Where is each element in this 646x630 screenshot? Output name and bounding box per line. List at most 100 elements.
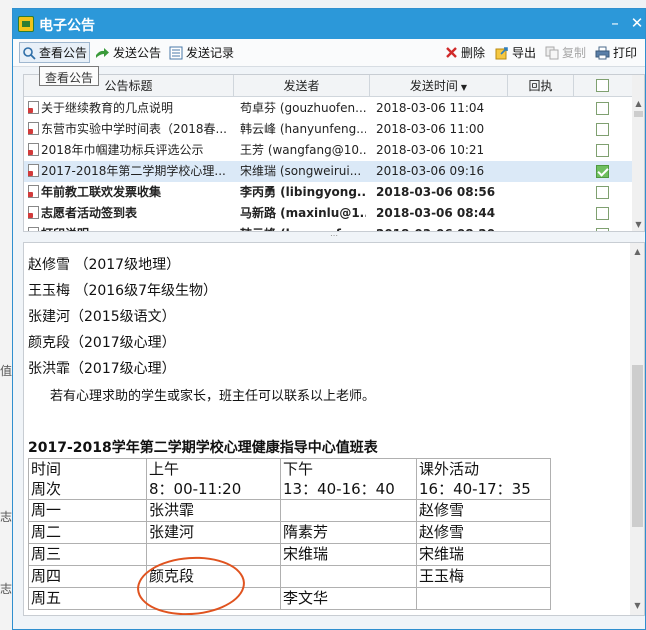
scroll-thumb[interactable] — [632, 365, 643, 527]
row-title: 打印说明 — [28, 224, 232, 231]
background-left-strip: 值 志 志 — [0, 0, 12, 630]
duty-table-cell-text: 上午 — [149, 460, 180, 478]
duty-table-cell — [280, 565, 417, 588]
export-icon — [495, 46, 508, 59]
row-checkbox[interactable] — [596, 186, 609, 199]
duty-table-cell-text: 隋素芳 — [283, 523, 329, 541]
duty-table-row: 周二 张建河 隋素芳 赵修雪 — [28, 521, 551, 544]
duty-table-cell-text: 周二 — [31, 523, 62, 541]
send-announcement-label: 发送公告 — [113, 46, 162, 60]
table-row[interactable]: 年前教工联欢发票收集 李丙勇 (libingyong... 2018-03-06 0… — [24, 182, 632, 203]
duty-table-cell-text: 王玉梅 — [419, 567, 465, 585]
scroll-down-arrow-icon[interactable]: ▼ — [630, 599, 644, 613]
content-line: 张洪霏（2017级心理） — [28, 361, 176, 377]
row-checkbox[interactable] — [596, 123, 609, 136]
window-title: 电子公告 — [39, 18, 95, 34]
scroll-up-arrow-icon[interactable]: ▲ — [632, 97, 644, 111]
row-title: 关于继续教育的几点说明 — [28, 98, 232, 119]
row-checkbox[interactable] — [596, 207, 609, 220]
content-line: 赵修雪 （2017级地理） — [28, 257, 181, 273]
duty-table-cell: 下午 13：40-16：40 — [280, 458, 417, 500]
document-icon — [28, 164, 39, 177]
row-checkbox[interactable] — [596, 228, 609, 231]
copy-button[interactable]: 复制 — [543, 42, 588, 63]
pane-splitter[interactable]: ⋯ — [23, 232, 645, 241]
view-announcement-label: 查看公告 — [39, 46, 88, 60]
send-records-button[interactable]: 发送记录 — [167, 42, 236, 63]
duty-table-cell: 周一 — [28, 499, 147, 522]
announcement-content: 赵修雪 （2017级地理） 王玉梅 （2016级7年级生物） 张建河（2015级… — [23, 242, 645, 616]
delete-button[interactable]: 删除 — [443, 42, 487, 63]
duty-table-cell: 时间 周次 — [28, 458, 147, 500]
duty-table-cell-text: 宋维瑞 — [419, 545, 465, 563]
row-checkbox[interactable] — [596, 144, 609, 157]
table-row[interactable]: 2018年巾帼建功标兵评选公示 王芳 (wangfang@10... 2018-03… — [24, 140, 632, 161]
export-label: 导出 — [512, 46, 537, 60]
row-time: 2018-03-06 08:20 — [376, 224, 504, 231]
content-note: 若有心理求助的学生或家长，班主任可以联系以上老师。 — [50, 389, 376, 404]
duty-table-cell: 宋维瑞 — [416, 543, 551, 566]
scroll-thumb[interactable] — [634, 111, 643, 117]
column-header-time[interactable]: 发送时间 ▼ — [370, 75, 508, 97]
magnifier-icon — [23, 46, 36, 60]
row-sender: 苟卓芬 (gouzhuofen... — [240, 101, 366, 115]
column-header-select[interactable] — [574, 75, 632, 97]
duty-table-cell: 张洪霏 — [146, 499, 281, 522]
document-icon — [28, 101, 39, 114]
duty-table-cell-text: 张洪霏 — [149, 501, 195, 519]
announcement-window: 电子公告 – ✕ 查看公告 发送公告 发送记录 删除 导出 复制 打印 公告标题… — [12, 8, 646, 630]
document-icon — [28, 206, 39, 219]
table-row[interactable]: 打印说明 韩云峰 (hanyunfeng... 2018-03-06 08:20 — [24, 224, 632, 231]
announcement-list: 公告标题 发送者 发送时间 ▼ 回执 关于继续教育的几点说明 苟卓芬 (gouzhu… — [23, 74, 645, 232]
delete-x-icon — [446, 47, 457, 58]
view-announcement-button[interactable]: 查看公告 — [19, 42, 91, 63]
copy-label: 复制 — [562, 46, 587, 60]
close-button[interactable]: ✕ — [627, 14, 646, 32]
table-row[interactable]: 2017-2018年第二学期学校心理... 宋维瑞 (songweirui... 2… — [24, 161, 632, 182]
duty-table-cell-text: 赵修雪 — [419, 501, 465, 519]
duty-table-cell: 周四 — [28, 565, 147, 588]
row-time: 2018-03-06 11:00 — [376, 122, 485, 136]
print-button[interactable]: 打印 — [593, 42, 639, 63]
select-all-checkbox[interactable] — [596, 79, 609, 92]
duty-table-cell: 课外活动 16：40-17：35 — [416, 458, 551, 500]
table-row[interactable]: 东营市实验中学时间表（2018春... 韩云峰 (hanyunfeng... 201… — [24, 119, 632, 140]
duty-table-cell-text: 时间 — [31, 460, 62, 478]
copy-icon — [545, 46, 559, 59]
background-top-strip — [0, 0, 646, 8]
column-header-sender[interactable]: 发送者 — [234, 75, 370, 97]
row-title: 年前教工联欢发票收集 — [28, 182, 232, 203]
title-bar[interactable]: 电子公告 – ✕ — [13, 9, 645, 39]
sort-desc-icon: ▼ — [460, 83, 468, 92]
export-button[interactable]: 导出 — [493, 42, 538, 63]
column-header-receipt[interactable]: 回执 — [508, 75, 574, 97]
list-icon — [169, 46, 183, 59]
row-checkbox[interactable] — [596, 165, 609, 178]
duty-table-cell: 上午 8：00-11:20 — [146, 458, 281, 500]
scroll-up-arrow-icon[interactable]: ▲ — [630, 245, 644, 259]
list-scrollbar[interactable]: ▲ ▼ — [632, 75, 644, 231]
table-row[interactable]: 志愿者活动签到表 马新路 (maxinlu@1... 2018-03-06 08:4… — [24, 203, 632, 224]
scroll-down-arrow-icon[interactable]: ▼ — [632, 218, 644, 231]
duty-table-cell-text: 课外活动 — [419, 460, 480, 478]
content-line: 颜克段（2017级心理） — [28, 335, 176, 351]
table-row[interactable]: 关于继续教育的几点说明 苟卓芬 (gouzhuofen... 2018-03-06 … — [24, 98, 632, 119]
minimize-button[interactable]: – — [605, 14, 625, 32]
send-announcement-button[interactable]: 发送公告 — [93, 42, 163, 63]
duty-table-row: 周五 李文华 — [28, 587, 551, 610]
row-sender: 马新路 (maxinlu@1... — [240, 206, 366, 220]
row-sender: 韩云峰 (hanyunfeng... — [240, 122, 366, 136]
send-records-label: 发送记录 — [186, 46, 235, 60]
duty-table-cell-text: 16：40-17：35 — [419, 480, 531, 498]
row-time: 2018-03-06 08:56 — [376, 185, 496, 199]
duty-table-header-row: 时间 周次 上午 8：00-11:20 下午 13：40-16：40 课外活动 16：40-1… — [28, 458, 551, 500]
print-label: 打印 — [613, 46, 638, 60]
document-icon — [28, 122, 39, 135]
duty-table-cell: 宋维瑞 — [280, 543, 417, 566]
row-title-text: 2017-2018年第二学期学校心理... — [41, 164, 226, 178]
row-checkbox[interactable] — [596, 102, 609, 115]
app-icon — [18, 16, 34, 32]
duty-table-cell: 王玉梅 — [416, 565, 551, 588]
duty-table-cell-text: 周三 — [31, 545, 62, 563]
content-scrollbar[interactable]: ▲ ▼ — [630, 243, 644, 615]
